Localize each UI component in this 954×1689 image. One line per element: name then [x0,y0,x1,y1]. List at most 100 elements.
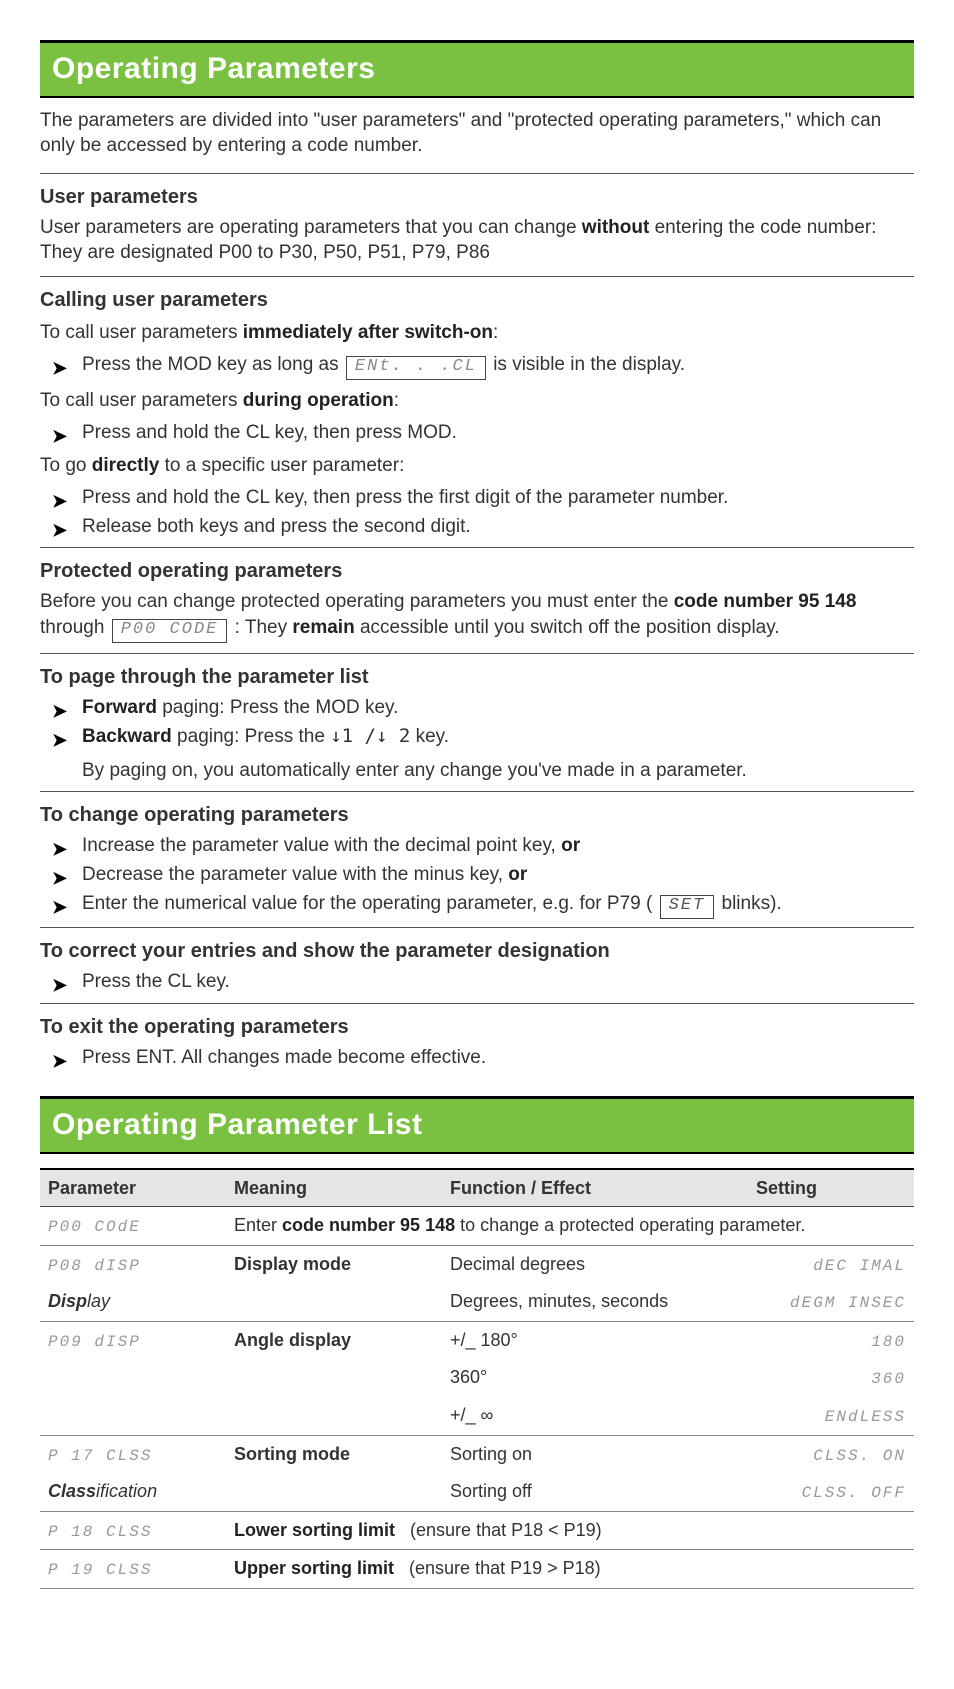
p09-r1-f: +/_ 180° [442,1321,748,1359]
row-p09-1: P09 dISP Angle display +/_ 180° 180 [40,1321,914,1359]
bullet-arrow-icon: ➤ [52,973,67,997]
th-meaning: Meaning [226,1169,442,1207]
p08-r1-f: Decimal degrees [442,1245,748,1283]
calling-line2-a: To call user parameters [40,390,243,411]
protected-d: accessible until you switch off the posi… [355,617,780,638]
bullet-arrow-icon: ➤ [52,1049,67,1073]
seg-p08-r2-s: dEGM INSEC [790,1294,906,1312]
th-function: Function / Effect [442,1169,748,1207]
p08-sub-i: lay [87,1291,110,1311]
section-protected-title: Protected operating parameters [40,558,914,585]
user-params-body-a: User parameters are operating parameters… [40,217,582,238]
row-p09-2: 360° 360 [40,1359,914,1397]
p17-r1-f: Sorting on [442,1435,748,1473]
seg-p09-r1-s: 180 [871,1333,906,1351]
exit-b1: ➤ Press ENT. All changes made become eff… [40,1045,914,1071]
parameter-table: Parameter Meaning Function / Effect Sett… [40,1168,914,1589]
bullet-arrow-icon: ➤ [52,895,67,919]
seg-p09-r3-s: ENdLESS [825,1408,906,1426]
user-params-without: without [582,217,650,238]
p18-m: Lower sorting limit [234,1520,395,1540]
section-protected-body: Before you can change protected operatin… [40,589,914,643]
protected-c: : They [229,617,292,638]
change-b1: ➤ Increase the parameter value with the … [40,833,914,859]
seg-p08: P08 dISP [48,1257,141,1275]
p08-r2-f: Degrees, minutes, seconds [442,1283,748,1321]
seg-p17-r1-s: CLSS. ON [813,1447,906,1465]
change-b3-a: Enter the numerical value for the operat… [82,893,658,914]
p18-f: (ensure that P18 < P19) [410,1520,602,1540]
p09-r2-f: 360° [442,1359,748,1397]
bullet-arrow-icon: ➤ [52,837,67,861]
p00-b: code number 95 148 [282,1215,455,1235]
change-or-1: or [561,835,580,856]
protected-a: Before you can change protected operatin… [40,591,674,612]
p17-sub-b: Class [48,1481,96,1501]
intro-text: The parameters are divided into "user pa… [40,108,914,159]
p17-sub-i: ification [96,1481,157,1501]
calling-b3: Press and hold the CL key, then press th… [82,487,728,508]
bullet-arrow-icon: ➤ [52,728,67,752]
correct-b1: ➤ Press the CL key. [40,969,914,995]
calling-line3-b: directly [92,455,160,476]
calling-line3-c: to a specific user parameter: [159,455,404,476]
calling-line2: To call user parameters during operation… [40,388,914,414]
change-b1-a: Increase the parameter value with the de… [82,835,561,856]
protected-code-label: code number 95 148 [674,591,857,612]
paging-fwd-t: paging: Press the MOD key. [157,697,398,718]
paging-follow: By paging on, you automatically enter an… [40,758,914,784]
section-paging-title: To page through the parameter list [40,664,914,691]
p08-meaning: Display mode [226,1245,442,1283]
paging-bwd-b: Backward [82,726,172,747]
calling-b1-a: Press the MOD key as long as [82,354,344,375]
paging-bwd-ta: paging: Press the [172,726,330,747]
section-user-parameters-body: User parameters are operating parameters… [40,215,914,266]
row-p17-2: Classification Sorting off CLSS. OFF [40,1473,914,1511]
bullet-arrow-icon: ➤ [52,356,67,380]
row-p08-2: Display Degrees, minutes, seconds dEGM I… [40,1283,914,1321]
calling-bullet-4: ➤ Release both keys and press the second… [40,514,914,540]
seg-p00: P00 COdE [48,1218,141,1236]
change-b3: ➤ Enter the numerical value for the oper… [40,891,914,919]
calling-bullet-3: ➤ Press and hold the CL key, then press … [40,485,914,511]
section-correct-title: To correct your entries and show the par… [40,938,914,965]
bullet-arrow-icon: ➤ [52,489,67,513]
bullet-arrow-icon: ➤ [52,866,67,890]
seg-p08-r1-s: dEC IMAL [813,1257,906,1275]
calling-b2: Press and hold the CL key, then press MO… [82,422,457,443]
seg-p09: P09 dISP [48,1333,141,1351]
change-or-2: or [508,864,527,885]
p09-r3-f: +/_ ∞ [442,1397,748,1435]
calling-line3-a: To go [40,455,92,476]
row-p09-3: +/_ ∞ ENdLESS [40,1397,914,1435]
p00-a: Enter [234,1215,282,1235]
correct-b1-t: Press the CL key. [82,971,230,992]
p00-c: to change a protected operating paramete… [455,1215,805,1235]
paging-bwd-tb: key. [410,726,449,747]
paging-fwd: ➤ Forward paging: Press the MOD key. [40,695,914,721]
p09-meaning: Angle display [226,1321,442,1359]
change-b2: ➤ Decrease the parameter value with the … [40,862,914,888]
divider [40,173,914,174]
p17-r2-f: Sorting off [442,1473,748,1511]
lcd-ent-cl: ENt. . .CL [346,356,486,380]
change-b3-b: blinks). [716,893,781,914]
page: Operating Parameters The parameters are … [0,0,954,1649]
protected-remain: remain [292,617,354,638]
bullet-arrow-icon: ➤ [52,424,67,448]
calling-bullet-1: ➤ Press the MOD key as long as ENt. . .C… [40,352,914,380]
section-change-title: To change operating parameters [40,802,914,829]
section-user-parameters-title: User parameters [40,184,914,211]
p19-f: (ensure that P19 > P18) [409,1558,601,1578]
row-p19: P 19 CLSS Upper sorting limit (ensure th… [40,1550,914,1589]
divider [40,791,914,792]
calling-line1: To call user parameters immediately afte… [40,320,914,346]
protected-b: through [40,617,110,638]
p17-meaning: Sorting mode [226,1435,442,1473]
seg-p09-r2-s: 360 [871,1370,906,1388]
seg-p19: P 19 CLSS [48,1561,152,1579]
section-exit-title: To exit the operating parameters [40,1014,914,1041]
p08-sub-b: Disp [48,1291,87,1311]
calling-line1-b: immediately after switch-on [243,322,493,343]
rule-under-header [40,96,914,98]
